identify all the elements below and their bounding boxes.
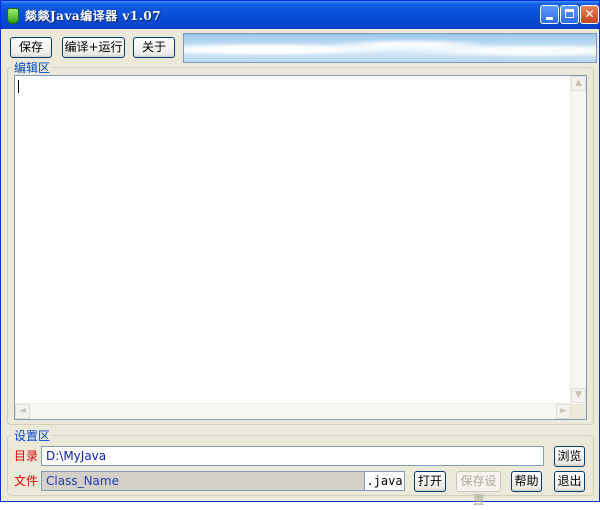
app-icon bbox=[7, 8, 19, 24]
text-caret bbox=[18, 80, 19, 93]
scroll-down-icon[interactable]: ▼ bbox=[571, 388, 586, 403]
maximize-icon bbox=[565, 9, 574, 18]
directory-label: 目录 bbox=[14, 449, 39, 463]
vertical-scrollbar[interactable]: ▲ ▼ bbox=[570, 76, 586, 403]
file-name-input[interactable] bbox=[41, 471, 365, 491]
sky-banner bbox=[183, 33, 597, 63]
maximize-button[interactable] bbox=[560, 5, 579, 24]
file-extension: .java bbox=[365, 471, 405, 491]
scroll-up-icon[interactable]: ▲ bbox=[571, 76, 586, 91]
compile-run-button[interactable]: 编译+运行 bbox=[62, 37, 125, 58]
scroll-left-icon[interactable]: ◄ bbox=[15, 404, 30, 419]
close-button[interactable]: ✕ bbox=[580, 5, 599, 24]
horizontal-scrollbar[interactable]: ◄ ► bbox=[15, 403, 571, 419]
save-button[interactable]: 保存 bbox=[10, 37, 52, 58]
about-button[interactable]: 关于 bbox=[133, 37, 175, 58]
window-title: 燚燚Java编译器 v1.07 bbox=[25, 9, 162, 23]
app-window: 燚燚Java编译器 v1.07 ✕ 保存 编译+运行 关于 编辑区 ▲ ▼ ◄ … bbox=[0, 0, 600, 507]
exit-button[interactable]: 退出 bbox=[554, 471, 585, 492]
settings-group-label: 设置区 bbox=[12, 429, 53, 443]
code-editor[interactable]: ▲ ▼ ◄ ► bbox=[14, 75, 587, 420]
minimize-button[interactable] bbox=[540, 5, 559, 24]
scroll-right-icon[interactable]: ► bbox=[556, 404, 571, 419]
editor-group-label: 编辑区 bbox=[12, 61, 53, 75]
open-button[interactable]: 打开 bbox=[414, 471, 446, 492]
minimize-icon bbox=[546, 17, 553, 20]
file-label: 文件 bbox=[14, 474, 39, 488]
close-icon: ✕ bbox=[584, 7, 595, 21]
help-button[interactable]: 帮助 bbox=[511, 471, 542, 492]
directory-input[interactable] bbox=[41, 446, 544, 466]
scrollbar-corner bbox=[571, 404, 586, 419]
save-settings-button[interactable]: 保存设置 bbox=[456, 471, 501, 507]
title-bar[interactable]: 燚燚Java编译器 v1.07 ✕ bbox=[1, 1, 599, 29]
browse-button[interactable]: 浏览 bbox=[554, 446, 585, 467]
